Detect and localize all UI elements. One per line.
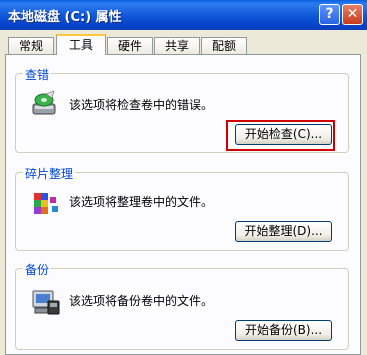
backup-description: 该选项将备份卷中的文件。 <box>69 294 214 308</box>
backup-title: 备份 <box>23 261 52 278</box>
tab-quota[interactable]: 配额 <box>201 37 247 54</box>
defragmentation-group: 碎片整理 该选项将整理卷中的文件。 开始整理(D)... <box>15 165 349 251</box>
tab-tools-label: 工具 <box>68 38 93 52</box>
highlight-box <box>226 120 335 151</box>
help-icon[interactable]: ? <box>319 4 340 25</box>
start-backup-label: 开始备份(B)... <box>244 323 323 337</box>
error-checking-title: 查错 <box>23 66 52 83</box>
disk-check-icon <box>32 90 56 115</box>
error-checking-description: 该选项将检查卷中的错误。 <box>69 98 214 112</box>
defrag-icon <box>34 193 58 214</box>
tab-sharing-label: 共享 <box>164 39 189 53</box>
backup-icon <box>32 290 60 315</box>
tab-sharing[interactable]: 共享 <box>154 37 200 54</box>
title-bar[interactable]: 本地磁盘 (C:) 属性 ? ✕ <box>0 0 367 30</box>
tab-hardware-label: 硬件 <box>117 39 142 53</box>
tab-hardware[interactable]: 硬件 <box>107 37 153 54</box>
close-icon[interactable]: ✕ <box>342 4 363 25</box>
start-defrag-label: 开始整理(D)... <box>244 224 323 238</box>
tools-tab-panel: 查错 该选项将检查卷中的错误。 开始检查(C)... 碎片整理 该选项将整理卷中… <box>5 54 361 355</box>
backup-group: 备份 该选项将备份卷中的文件。 开始备份(B)... <box>15 261 349 350</box>
defragmentation-title: 碎片整理 <box>23 165 76 182</box>
tab-general[interactable]: 常规 <box>8 37 54 54</box>
tab-general-label: 常规 <box>18 39 43 53</box>
start-defrag-button[interactable]: 开始整理(D)... <box>235 221 332 242</box>
tab-quota-label: 配额 <box>211 39 236 53</box>
window-title: 本地磁盘 (C:) 属性 <box>8 10 122 25</box>
defragmentation-description: 该选项将整理卷中的文件。 <box>69 195 214 209</box>
start-backup-button[interactable]: 开始备份(B)... <box>235 320 332 341</box>
tab-tools[interactable]: 工具 <box>56 34 106 55</box>
